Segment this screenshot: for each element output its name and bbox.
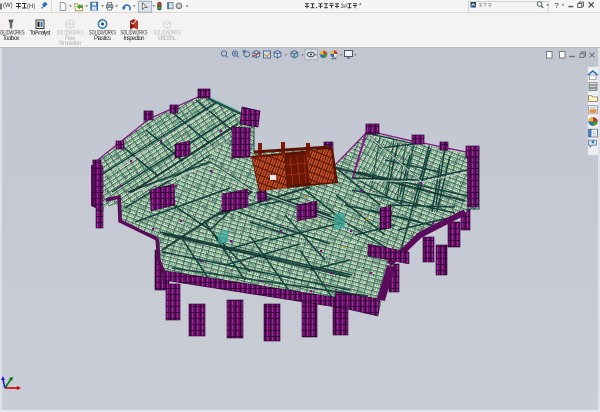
svg-text:TolAnalyst: TolAnalyst [30,31,51,37]
svg-text:Inspection: Inspection [124,36,145,42]
svg-text:Simulation: Simulation [59,41,82,47]
svg-text:Toolbox: Toolbox [3,36,20,42]
svg-text:MBD SNL: MBD SNL [158,36,178,42]
svg-text:(H): (H) [27,4,35,10]
svg-text:3#: 3# [341,4,348,10]
svg-text:*: * [359,3,362,10]
svg-text:?: ? [555,1,559,10]
svg-text:Plastics: Plastics [94,36,111,42]
